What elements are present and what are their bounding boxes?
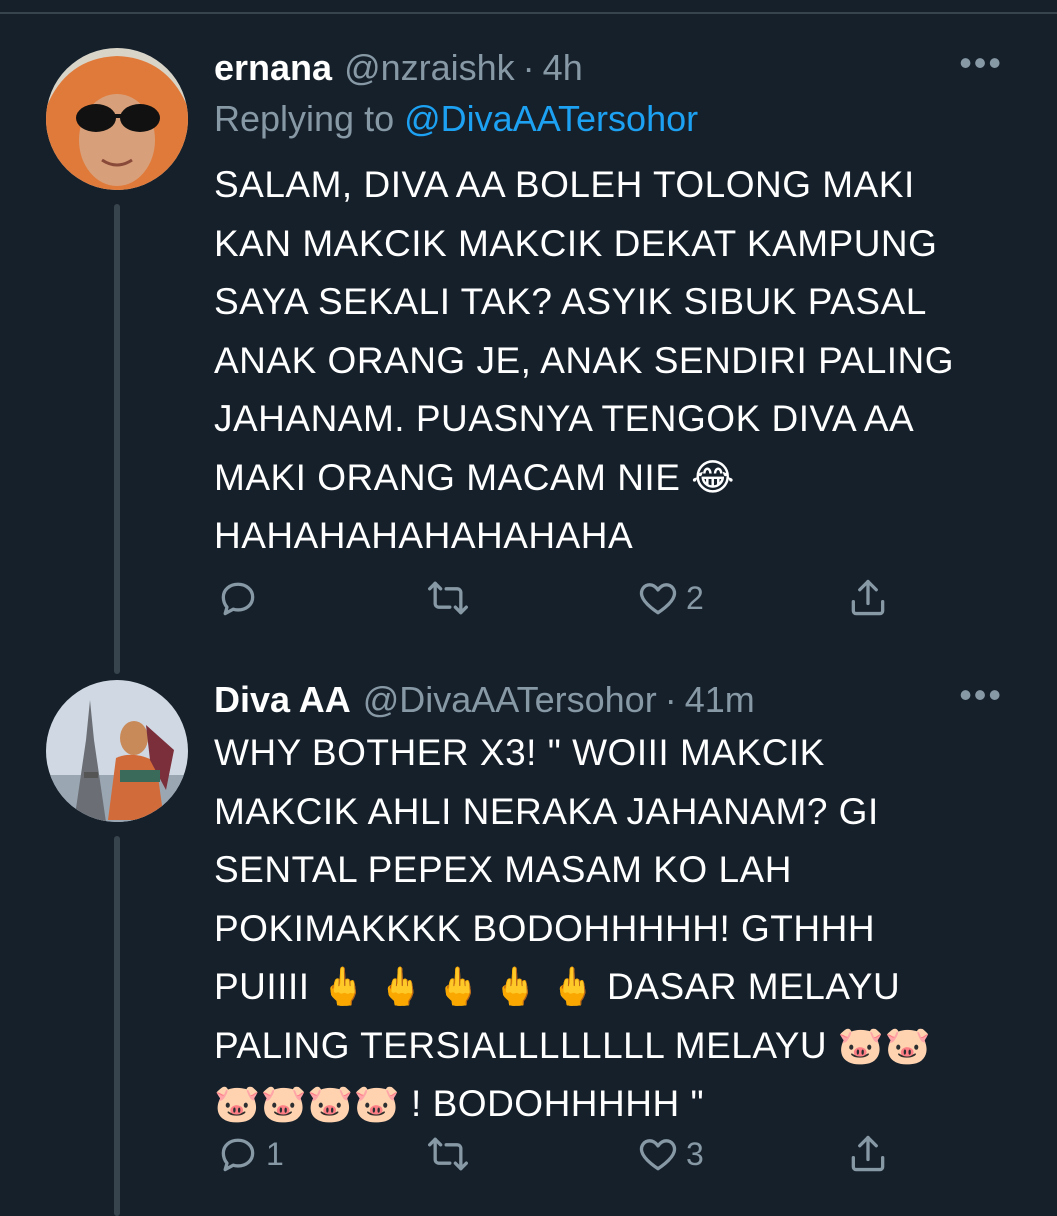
reply-button[interactable] — [216, 568, 266, 628]
reply-button[interactable]: 1 — [216, 1124, 284, 1184]
share-icon — [851, 579, 885, 616]
like-icon — [639, 583, 677, 615]
share-button[interactable] — [846, 1124, 890, 1184]
more-icon[interactable]: ••• — [959, 45, 1003, 81]
like-button[interactable]: 2 — [636, 568, 704, 628]
more-icon[interactable]: ••• — [959, 677, 1003, 713]
retweet-button[interactable] — [426, 1124, 476, 1184]
timestamp[interactable]: 4h — [543, 47, 583, 89]
display-name[interactable]: ernana — [214, 47, 332, 89]
separator-dot: · — [522, 47, 535, 88]
replying-mention-link[interactable]: @DivaAATersohor — [404, 98, 698, 139]
avatar-ernana[interactable] — [46, 48, 188, 190]
tweet-actions: 2 — [214, 568, 914, 628]
tweet-header: Diva AA @DivaAATersohor · 41m — [214, 676, 1017, 724]
top-divider — [0, 12, 1057, 14]
share-icon — [851, 1135, 885, 1172]
tweet-header: ernana @nzraishk · 4h — [214, 44, 1017, 92]
like-button[interactable]: 3 — [636, 1124, 704, 1184]
user-handle[interactable]: @nzraishk — [344, 47, 515, 89]
share-button[interactable] — [846, 568, 890, 628]
retweet-icon — [428, 581, 468, 615]
user-handle[interactable]: @DivaAATersohor — [363, 679, 657, 721]
retweet-button[interactable] — [426, 568, 476, 628]
thread-line — [114, 836, 120, 1216]
tweet-text: WHY BOTHER X3! " WOIII MAKCIK MAKCIK AHL… — [214, 732, 932, 1124]
tweet-text: SALAM, DIVA AA BOLEH TOLONG MAKI KAN MAK… — [214, 164, 955, 556]
replying-label: Replying to — [214, 98, 395, 139]
retweet-icon — [428, 1137, 468, 1171]
tweet-actions: 1 3 — [214, 1124, 914, 1184]
like-count: 2 — [686, 579, 704, 616]
reply-icon — [221, 1138, 255, 1172]
thread-line — [114, 204, 120, 674]
avatar-diva-aa[interactable] — [46, 680, 188, 822]
separator-dot: · — [664, 679, 677, 720]
reply-icon — [221, 582, 255, 616]
display-name[interactable]: Diva AA — [214, 679, 351, 721]
like-icon — [639, 1139, 677, 1171]
replying-to: Replying to @DivaAATersohor — [214, 98, 1017, 146]
reply-count: 1 — [266, 1135, 284, 1172]
timestamp[interactable]: 41m — [685, 679, 755, 721]
tweet-ernana[interactable]: ernana @nzraishk · 4h ••• Replying to @D… — [0, 44, 1057, 684]
like-count: 3 — [686, 1135, 704, 1172]
tweet-diva-aa[interactable]: Diva AA @DivaAATersohor · 41m ••• WHY BO… — [0, 676, 1057, 1216]
